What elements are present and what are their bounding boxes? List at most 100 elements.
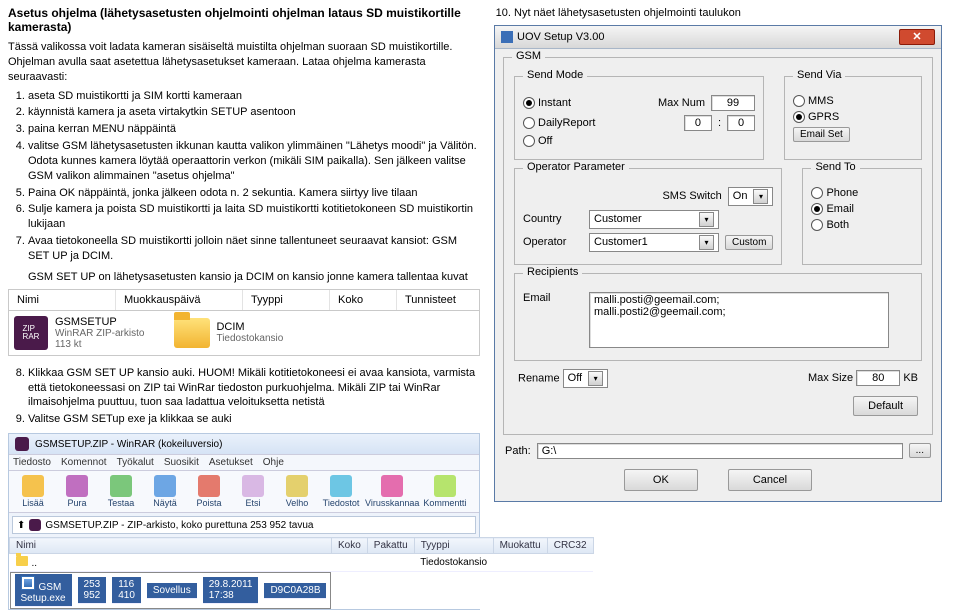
tb-scan[interactable]: Virusskannaa: [365, 475, 419, 508]
menu-item[interactable]: Komennot: [61, 457, 107, 468]
step: aseta SD muistikortti ja SIM kortti kame…: [28, 89, 480, 104]
menu-item[interactable]: Ohje: [263, 457, 284, 468]
file-list-body: ZIPRAR GSMSETUP WinRAR ZIP-arkisto 113 k…: [8, 310, 480, 356]
menu-item[interactable]: Suosikit: [164, 457, 199, 468]
sendvia-label: Send Via: [793, 69, 845, 81]
path-label: Path:: [505, 445, 531, 457]
radio-email[interactable]: Email: [811, 203, 854, 215]
step: Nyt näet lähetysasetusten ohjelmointi ta…: [514, 6, 944, 21]
address-text: GSMSETUP.ZIP - ZIP-arkisto, koko purettu…: [45, 520, 313, 531]
sendto-group: Send To Phone Email Both: [802, 168, 922, 265]
sms-select[interactable]: On▾: [728, 187, 774, 206]
menu-item[interactable]: Asetukset: [209, 457, 253, 468]
radio-instant[interactable]: Instant: [523, 97, 571, 109]
winrar-menubar: Tiedosto Komennot Työkalut Suosikit Aset…: [9, 454, 479, 471]
close-button[interactable]: ✕: [899, 29, 935, 45]
radio-both[interactable]: Both: [811, 219, 849, 231]
winrar-titlebar: GSMSETUP.ZIP - WinRAR (kokeiluversio): [9, 434, 479, 454]
radio-off[interactable]: Off: [523, 135, 552, 147]
file-size: 113 kt: [55, 339, 144, 350]
folder-icon: [16, 556, 28, 566]
col-modified: Muokkauspäivä: [116, 290, 243, 310]
step: Avaa tietokoneella SD muistikortti jollo…: [28, 234, 480, 264]
maxsize-unit: KB: [903, 372, 918, 384]
default-button[interactable]: Default: [853, 396, 918, 416]
section-title: Asetus ohjelma (lähetysasetusten ohjelmo…: [8, 6, 480, 34]
file-list-header: Nimi Muokkauspäivä Tyyppi Koko Tunnistee…: [8, 289, 480, 310]
file-gsmsetup[interactable]: ZIPRAR GSMSETUP WinRAR ZIP-arkisto 113 k…: [13, 315, 144, 351]
recipients-group: Recipients Email malli.posti@geemail.com…: [514, 273, 922, 361]
dialog-titlebar: UOV Setup V3.00 ✕: [495, 26, 941, 49]
sendmode-group: Send Mode Instant Max Num 99 DailyReport…: [514, 76, 764, 160]
step: Valitse GSM SETup exe ja klikkaa se auki: [28, 412, 480, 427]
menu-item[interactable]: Työkalut: [117, 457, 154, 468]
step: Paina OK näppäintä, jonka jälkeen odota …: [28, 186, 480, 201]
recipients-label: Recipients: [523, 266, 582, 278]
maxnum-input[interactable]: 99: [711, 95, 755, 111]
email-textarea[interactable]: malli.posti@geemail.com; malli.posti2@ge…: [589, 292, 889, 348]
op-label: Operator Parameter: [523, 161, 629, 173]
email-label: Email: [523, 292, 583, 304]
tb-view[interactable]: Näytä: [145, 475, 185, 508]
step: Klikkaa GSM SET UP kansio auki. HUOM! Mi…: [28, 366, 480, 411]
step: paina kerran MENU näppäintä: [28, 122, 480, 137]
uov-setup-dialog: UOV Setup V3.00 ✕ GSM Send Mode Instant …: [494, 25, 942, 502]
gsm-label: GSM: [512, 50, 545, 62]
tb-find[interactable]: Etsi: [233, 475, 273, 508]
tb-comment[interactable]: Kommentti: [423, 475, 466, 508]
tb-add[interactable]: Lisää: [13, 475, 53, 508]
winrar-icon: [15, 437, 29, 451]
tb-info[interactable]: Tiedostot: [321, 475, 361, 508]
maxsize-input[interactable]: 80: [856, 370, 900, 386]
dcim-note: GSM SET UP on lähetysasetusten kansio ja…: [28, 270, 480, 285]
radio-phone[interactable]: Phone: [811, 187, 858, 199]
app-icon: [501, 31, 513, 43]
file-name: GSMSETUP: [55, 316, 117, 328]
radio-dailyreport[interactable]: DailyReport: [523, 117, 595, 129]
intro-text: Tässä valikossa voit ladata kameran sisä…: [8, 40, 480, 85]
up-icon[interactable]: ⬆: [17, 520, 25, 531]
operator-label: Operator: [523, 236, 583, 248]
radio-gprs[interactable]: GPRS: [793, 111, 839, 123]
zip-icon: ZIPRAR: [13, 315, 49, 351]
country-select[interactable]: Customer▾: [589, 210, 719, 229]
file-name: DCIM: [216, 321, 244, 333]
browse-button[interactable]: ...: [909, 443, 931, 458]
sendmode-label: Send Mode: [523, 69, 587, 81]
step: valitse GSM lähetysasetusten ikkunan kau…: [28, 139, 480, 184]
country-label: Country: [523, 213, 583, 225]
rename-select[interactable]: Off▾: [563, 369, 608, 388]
winrar-address[interactable]: ⬆ GSMSETUP.ZIP - ZIP-arkisto, koko puret…: [12, 516, 476, 534]
col-type: Tyyppi: [243, 290, 330, 310]
file-type: WinRAR ZIP-arkisto: [55, 328, 144, 339]
tb-test[interactable]: Testaa: [101, 475, 141, 508]
winrar-window: GSMSETUP.ZIP - WinRAR (kokeiluversio) Ti…: [8, 433, 480, 610]
menu-item[interactable]: Tiedosto: [13, 457, 51, 468]
tb-wizard[interactable]: Velho: [277, 475, 317, 508]
col-tags: Tunnisteet: [397, 290, 479, 310]
path-input[interactable]: G:\: [537, 443, 903, 459]
sendto-label: Send To: [811, 161, 859, 173]
file-dcim[interactable]: DCIM Tiedostokansio: [174, 315, 283, 351]
step: Sulje kamera ja poista SD muistikortti j…: [28, 202, 480, 232]
operator-group: Operator Parameter SMS Switch On▾ Countr…: [514, 168, 782, 265]
archive-icon: [29, 519, 41, 531]
daily-h[interactable]: 0: [684, 115, 712, 131]
rename-label: Rename: [518, 372, 560, 384]
daily-m[interactable]: 0: [727, 115, 755, 131]
maxnum-label: Max Num: [658, 97, 705, 109]
emailset-button[interactable]: Email Set: [793, 127, 850, 142]
col-name: Nimi: [9, 290, 116, 310]
steps-list-2: Klikkaa GSM SET UP kansio auki. HUOM! Mi…: [28, 366, 480, 427]
table-row-exe[interactable]: GSM Setup.exe 253 952 116 410 Sovellus 2…: [10, 572, 332, 609]
folder-icon: [174, 315, 210, 351]
col-size: Koko: [330, 290, 397, 310]
radio-mms[interactable]: MMS: [793, 95, 834, 107]
custom-button[interactable]: Custom: [725, 235, 773, 250]
ok-button[interactable]: OK: [624, 469, 698, 491]
tb-extract[interactable]: Pura: [57, 475, 97, 508]
operator-select[interactable]: Customer1▾: [589, 233, 719, 252]
tb-delete[interactable]: Poista: [189, 475, 229, 508]
sms-label: SMS Switch: [662, 190, 721, 202]
cancel-button[interactable]: Cancel: [728, 469, 812, 491]
